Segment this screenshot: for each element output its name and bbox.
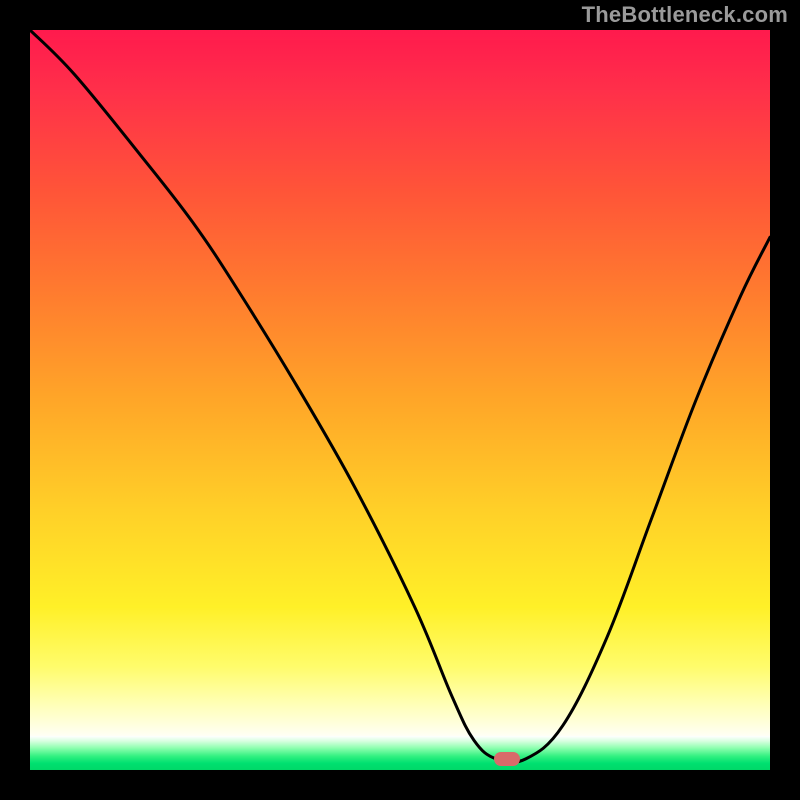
optimal-marker <box>494 752 520 766</box>
plot-area <box>30 30 770 770</box>
chart-frame: TheBottleneck.com <box>0 0 800 800</box>
bottleneck-curve <box>30 30 770 770</box>
watermark-text: TheBottleneck.com <box>582 2 788 28</box>
bottleneck-curve-path <box>30 30 770 762</box>
